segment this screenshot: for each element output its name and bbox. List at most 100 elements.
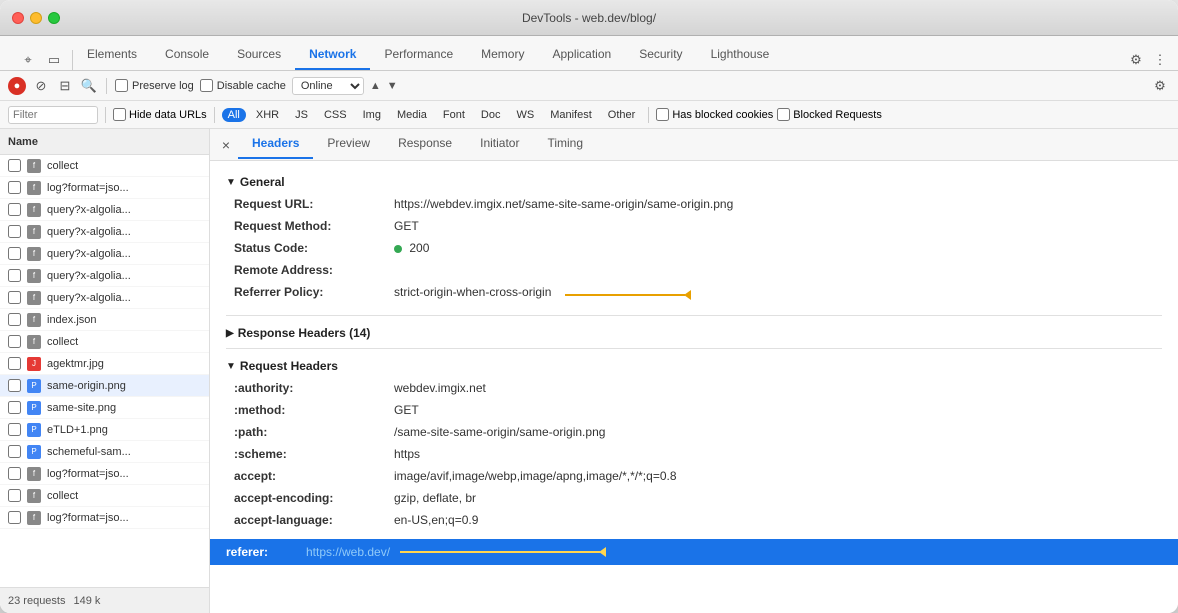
hide-data-urls-label[interactable]: Hide data URLs (113, 108, 207, 121)
list-item-checkbox[interactable] (8, 423, 21, 436)
list-item[interactable]: fquery?x-algolia... (0, 265, 209, 287)
hide-data-urls-checkbox[interactable] (113, 108, 126, 121)
list-item-checkbox[interactable] (8, 225, 21, 238)
list-item-checkbox[interactable] (8, 269, 21, 282)
upload-icon: ▲ (370, 80, 381, 92)
accept-language-val: en-US,en;q=0.9 (394, 511, 478, 529)
disable-cache-checkbox[interactable] (200, 79, 213, 92)
request-headers-section-header[interactable]: ▼ Request Headers (226, 353, 1162, 377)
referer-highlighted-row: referer: https://web.dev/ (210, 539, 1178, 565)
detail-tab-headers[interactable]: Headers (238, 130, 313, 159)
referer-val: https://web.dev/ (306, 545, 390, 559)
device-icon[interactable]: ▭ (44, 50, 64, 70)
general-section-header[interactable]: ▼ General (226, 169, 1162, 193)
filter-icon[interactable]: ⊟ (56, 77, 74, 95)
filter-tag-ws[interactable]: WS (510, 108, 540, 122)
list-item[interactable]: fcollect (0, 331, 209, 353)
blocked-requests-checkbox[interactable] (777, 108, 790, 121)
filter-tag-css[interactable]: CSS (318, 108, 353, 122)
list-item-checkbox[interactable] (8, 181, 21, 194)
list-item[interactable]: flog?format=jso... (0, 507, 209, 529)
detail-tab-timing[interactable]: Timing (533, 130, 597, 159)
tab-sources[interactable]: Sources (223, 41, 295, 70)
filter-tag-other[interactable]: Other (602, 108, 642, 122)
list-item-checkbox[interactable] (8, 247, 21, 260)
detail-tab-initiator[interactable]: Initiator (466, 130, 533, 159)
close-button[interactable] (12, 12, 24, 24)
detail-tab-preview[interactable]: Preview (313, 130, 384, 159)
response-headers-section-header[interactable]: ▶ Response Headers (14) (226, 320, 1162, 344)
list-item[interactable]: fquery?x-algolia... (0, 199, 209, 221)
maximize-button[interactable] (48, 12, 60, 24)
cursor-icon[interactable]: ⌖ (18, 50, 38, 70)
list-item[interactable]: fquery?x-algolia... (0, 243, 209, 265)
preserve-log-label[interactable]: Preserve log (115, 79, 194, 92)
filter-tag-img[interactable]: Img (357, 108, 387, 122)
disable-cache-label[interactable]: Disable cache (200, 79, 286, 92)
minimize-button[interactable] (30, 12, 42, 24)
list-item[interactable]: Psame-site.png (0, 397, 209, 419)
filter-tag-font[interactable]: Font (437, 108, 471, 122)
tab-console[interactable]: Console (151, 41, 223, 70)
main-content: Name fcollectflog?format=jso...fquery?x-… (0, 129, 1178, 613)
filter-tag-all[interactable]: All (222, 108, 246, 122)
list-item-checkbox[interactable] (8, 291, 21, 304)
list-item-checkbox[interactable] (8, 379, 21, 392)
list-item[interactable]: fquery?x-algolia... (0, 221, 209, 243)
tab-performance[interactable]: Performance (370, 41, 467, 70)
list-item-checkbox[interactable] (8, 445, 21, 458)
filter-tag-media[interactable]: Media (391, 108, 433, 122)
record-button[interactable]: ● (8, 77, 26, 95)
preserve-log-checkbox[interactable] (115, 79, 128, 92)
list-item-checkbox[interactable] (8, 467, 21, 480)
request-url-val: https://webdev.imgix.net/same-site-same-… (394, 195, 733, 213)
tab-application[interactable]: Application (538, 41, 625, 70)
scheme-row: :scheme: https (234, 443, 1162, 465)
list-item-type-icon: J (27, 357, 41, 371)
list-item-checkbox[interactable] (8, 511, 21, 524)
clear-button[interactable]: ⊘ (32, 77, 50, 95)
list-item-checkbox[interactable] (8, 489, 21, 502)
filter-tag-xhr[interactable]: XHR (250, 108, 285, 122)
list-item[interactable]: Psame-origin.png (0, 375, 209, 397)
list-item[interactable]: Jagektmr.jpg (0, 353, 209, 375)
list-item[interactable]: fcollect (0, 485, 209, 507)
search-icon[interactable]: 🔍 (80, 77, 98, 95)
settings-icon[interactable]: ⚙ (1126, 50, 1146, 70)
filter-input[interactable] (8, 106, 98, 124)
throttle-select[interactable]: Online Fast 3G Slow 3G Offline (292, 77, 364, 95)
list-item-checkbox[interactable] (8, 357, 21, 370)
list-item[interactable]: Pschemeful-sam... (0, 441, 209, 463)
detail-close-button[interactable]: × (214, 133, 238, 157)
list-item-type-icon: f (27, 335, 41, 349)
has-blocked-cookies-label[interactable]: Has blocked cookies (656, 108, 773, 121)
tab-elements[interactable]: Elements (73, 41, 151, 70)
has-blocked-cookies-checkbox[interactable] (656, 108, 669, 121)
main-tabs-row: ⌖ ▭ Elements Console Sources Network Per… (0, 36, 1178, 71)
tab-memory[interactable]: Memory (467, 41, 538, 70)
list-item-name: collect (47, 160, 201, 172)
filter-tag-doc[interactable]: Doc (475, 108, 507, 122)
list-item-checkbox[interactable] (8, 159, 21, 172)
list-item[interactable]: findex.json (0, 309, 209, 331)
list-item[interactable]: fquery?x-algolia... (0, 287, 209, 309)
list-item[interactable]: fcollect (0, 155, 209, 177)
list-item-checkbox[interactable] (8, 313, 21, 326)
filter-tag-js[interactable]: JS (289, 108, 314, 122)
list-item-checkbox[interactable] (8, 401, 21, 414)
list-item[interactable]: PeTLD+1.png (0, 419, 209, 441)
list-item[interactable]: flog?format=jso... (0, 177, 209, 199)
request-headers-arrow-icon: ▼ (226, 361, 236, 372)
blocked-requests-label[interactable]: Blocked Requests (777, 108, 882, 121)
tab-network[interactable]: Network (295, 41, 370, 70)
referrer-policy-val: strict-origin-when-cross-origin (394, 283, 685, 301)
tab-lighthouse[interactable]: Lighthouse (697, 41, 784, 70)
more-icon[interactable]: ⋮ (1150, 50, 1170, 70)
tab-security[interactable]: Security (625, 41, 696, 70)
filter-tag-manifest[interactable]: Manifest (544, 108, 598, 122)
list-item-checkbox[interactable] (8, 203, 21, 216)
detail-tab-response[interactable]: Response (384, 130, 466, 159)
list-item-checkbox[interactable] (8, 335, 21, 348)
network-settings-icon[interactable]: ⚙ (1150, 76, 1170, 96)
list-item[interactable]: flog?format=jso... (0, 463, 209, 485)
